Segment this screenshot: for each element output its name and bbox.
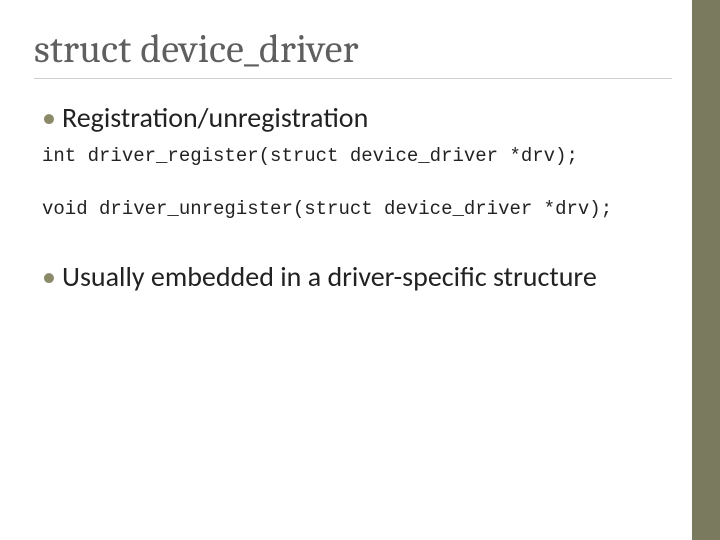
bullet-text: Usually embedded in a driver-specific st… [62, 259, 597, 294]
slide-content: struct device_driver Registration/unregi… [34, 26, 672, 304]
code-line: int driver_register(struct device_driver… [42, 145, 672, 169]
bullet-list: Registration/unregistration [34, 101, 672, 135]
bullet-item-registration: Registration/unregistration [42, 101, 672, 135]
title-divider [34, 78, 672, 79]
bullet-list: Usually embedded in a driver-specific st… [34, 260, 672, 294]
spacer [34, 174, 672, 192]
code-line: void driver_unregister(struct device_dri… [42, 198, 672, 222]
slide-title: struct device_driver [34, 26, 672, 72]
right-accent-bar [692, 0, 720, 540]
bullet-item-embedded: Usually embedded in a driver-specific st… [42, 260, 672, 294]
bullet-text: Registration/unregistration [62, 100, 368, 135]
spacer [34, 228, 672, 260]
slide: struct device_driver Registration/unregi… [0, 0, 720, 540]
